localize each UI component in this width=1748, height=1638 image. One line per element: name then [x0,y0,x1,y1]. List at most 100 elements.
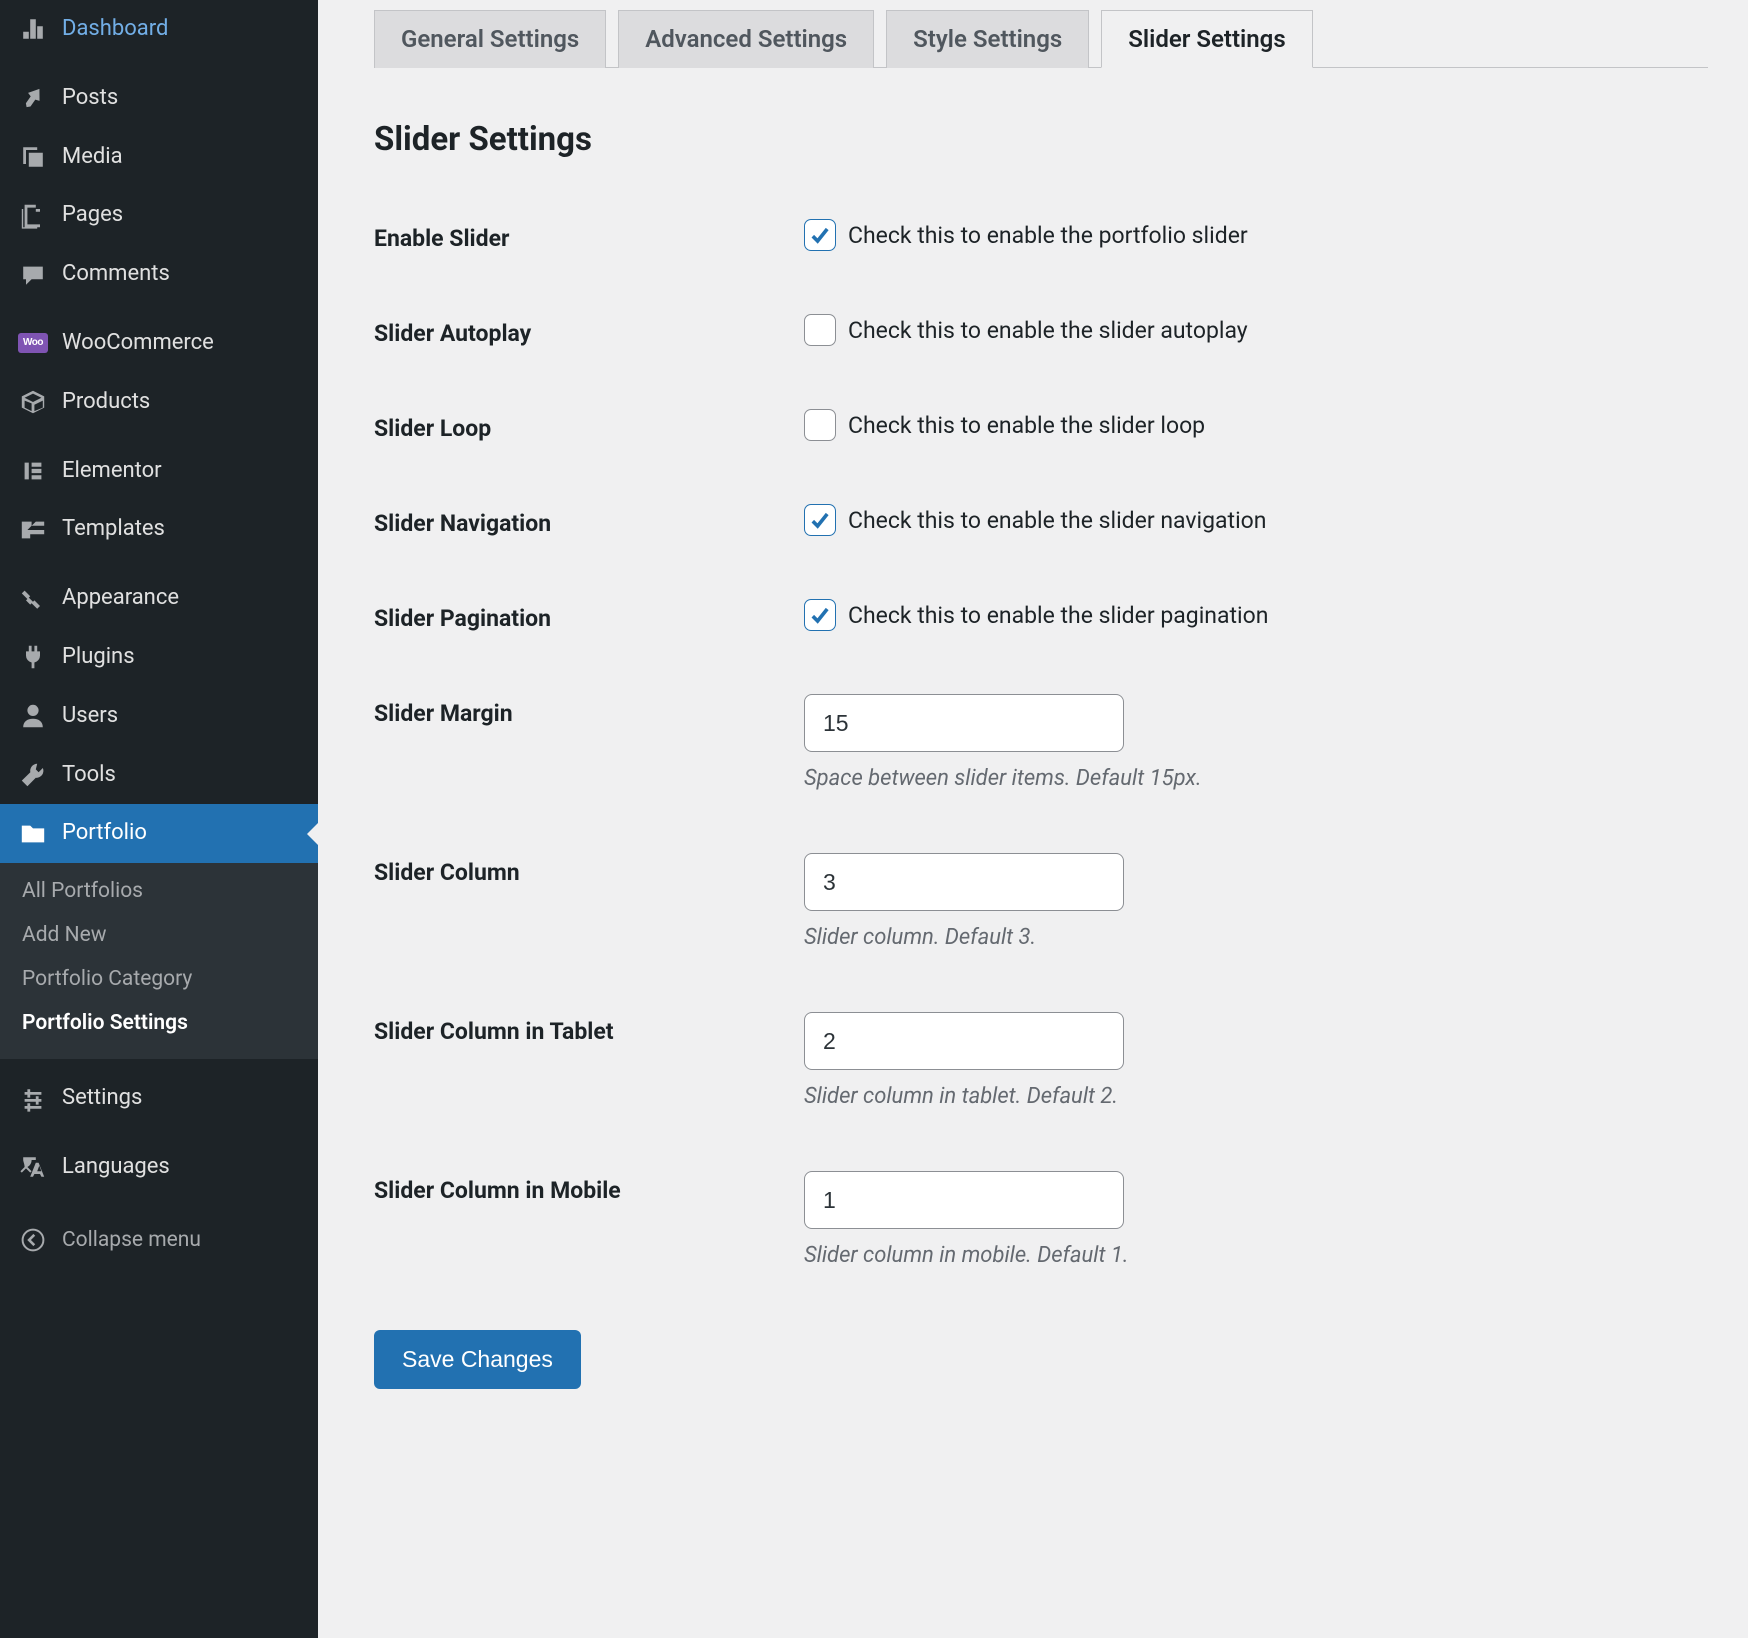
input-slider-column-tablet[interactable] [804,1012,1124,1070]
row-slider-autoplay: Slider Autoplay Check this to enable the… [374,314,1708,409]
collapse-label: Collapse menu [62,1228,201,1252]
collapse-icon [18,1225,48,1255]
checkbox-box [804,409,836,441]
tab-style-settings[interactable]: Style Settings [886,10,1089,68]
desc-slider-column-mobile: Slider column in mobile. Default 1. [804,1243,1708,1268]
sidebar-item-label: Products [62,387,150,418]
row-enable-slider: Enable Slider Check this to enable the p… [374,219,1708,314]
sidebar-item-pages[interactable]: Pages [0,186,318,245]
sidebar-item-label: Appearance [62,583,179,614]
checkbox-box [804,504,836,536]
sidebar-item-label: WooCommerce [62,328,214,359]
elementor-icon [18,456,48,486]
row-slider-column-mobile: Slider Column in Mobile Slider column in… [374,1171,1708,1330]
pin-icon [18,83,48,113]
tab-slider-settings[interactable]: Slider Settings [1101,10,1312,68]
checkbox-box [804,599,836,631]
collapse-menu[interactable]: Collapse menu [0,1207,318,1273]
row-slider-navigation: Slider Navigation Check this to enable t… [374,504,1708,599]
checkbox-text: Check this to enable the slider navigati… [848,507,1267,534]
label-slider-navigation: Slider Navigation [374,504,804,537]
sidebar-item-products[interactable]: Products [0,373,318,432]
row-slider-column: Slider Column Slider column. Default 3. [374,853,1708,1012]
submenu-item-add-new[interactable]: Add New [0,913,318,957]
label-slider-column-mobile: Slider Column in Mobile [374,1171,804,1204]
row-slider-pagination: Slider Pagination Check this to enable t… [374,599,1708,694]
checkbox-enable-slider[interactable]: Check this to enable the portfolio slide… [804,219,1708,251]
label-slider-column: Slider Column [374,853,804,886]
languages-icon [18,1152,48,1182]
checkbox-slider-autoplay[interactable]: Check this to enable the slider autoplay [804,314,1708,346]
desc-slider-margin: Space between slider items. Default 15px… [804,766,1708,791]
input-slider-column[interactable] [804,853,1124,911]
settings-tabs: General SettingsAdvanced SettingsStyle S… [374,10,1708,68]
input-slider-margin[interactable] [804,694,1124,752]
sidebar-item-media[interactable]: Media [0,128,318,187]
label-slider-autoplay: Slider Autoplay [374,314,804,347]
sidebar-item-dashboard[interactable]: Dashboard [0,0,318,59]
tab-advanced-settings[interactable]: Advanced Settings [618,10,874,68]
label-slider-margin: Slider Margin [374,694,804,727]
checkbox-slider-loop[interactable]: Check this to enable the slider loop [804,409,1708,441]
checkbox-slider-navigation[interactable]: Check this to enable the slider navigati… [804,504,1708,536]
sidebar-item-appearance[interactable]: Appearance [0,569,318,628]
sidebar-item-label: Tools [62,760,116,791]
users-icon [18,701,48,731]
sidebar-item-label: Settings [62,1083,142,1114]
sidebar-item-label: Elementor [62,456,162,487]
plugins-icon [18,642,48,672]
save-changes-button[interactable]: Save Changes [374,1330,581,1389]
sidebar-item-label: Comments [62,259,170,290]
sidebar-item-label: Pages [62,200,123,231]
row-slider-margin: Slider Margin Space between slider items… [374,694,1708,853]
label-slider-column-tablet: Slider Column in Tablet [374,1012,804,1045]
sidebar-item-portfolio[interactable]: Portfolio [0,804,318,863]
submenu-item-portfolio-settings[interactable]: Portfolio Settings [0,1001,318,1045]
label-enable-slider: Enable Slider [374,219,804,252]
media-icon [18,142,48,172]
sidebar-item-tools[interactable]: Tools [0,746,318,805]
checkbox-box [804,219,836,251]
sidebar-item-label: Templates [62,514,165,545]
templates-icon [18,515,48,545]
products-icon [18,387,48,417]
sidebar-item-label: Media [62,142,123,173]
submenu-item-all-portfolios[interactable]: All Portfolios [0,869,318,913]
sidebar-item-label: Plugins [62,642,135,673]
sidebar-item-label: Languages [62,1152,170,1183]
sidebar-item-plugins[interactable]: Plugins [0,628,318,687]
sidebar-submenu: All PortfoliosAdd NewPortfolio CategoryP… [0,863,318,1059]
checkbox-text: Check this to enable the portfolio slide… [848,222,1248,249]
page-title: Slider Settings [374,120,1708,159]
checkbox-text: Check this to enable the slider paginati… [848,602,1268,629]
row-slider-loop: Slider Loop Check this to enable the sli… [374,409,1708,504]
sidebar-item-settings[interactable]: Settings [0,1069,318,1128]
input-slider-column-mobile[interactable] [804,1171,1124,1229]
sidebar-item-woocommerce[interactable]: Woo WooCommerce [0,314,318,373]
checkbox-slider-pagination[interactable]: Check this to enable the slider paginati… [804,599,1708,631]
sidebar-item-users[interactable]: Users [0,687,318,746]
sidebar-item-languages[interactable]: Languages [0,1138,318,1197]
sidebar-item-elementor[interactable]: Elementor [0,442,318,501]
admin-sidebar: Dashboard Posts Media Pages Comments Woo… [0,0,318,1638]
sidebar-item-label: Portfolio [62,818,147,849]
dashboard-icon [18,14,48,44]
sidebar-item-templates[interactable]: Templates [0,500,318,559]
comments-icon [18,260,48,290]
desc-slider-column: Slider column. Default 3. [804,925,1708,950]
submenu-item-portfolio-category[interactable]: Portfolio Category [0,957,318,1001]
sidebar-item-posts[interactable]: Posts [0,69,318,128]
label-slider-loop: Slider Loop [374,409,804,442]
tab-general-settings[interactable]: General Settings [374,10,606,68]
desc-slider-column-tablet: Slider column in tablet. Default 2. [804,1084,1708,1109]
sidebar-item-comments[interactable]: Comments [0,245,318,304]
checkbox-text: Check this to enable the slider autoplay [848,317,1248,344]
checkbox-text: Check this to enable the slider loop [848,412,1205,439]
woo-icon: Woo [18,328,48,358]
tools-icon [18,760,48,790]
sidebar-item-label: Users [62,701,118,732]
sidebar-item-label: Posts [62,83,118,114]
checkbox-box [804,314,836,346]
appearance-icon [18,584,48,614]
settings-icon [18,1084,48,1114]
